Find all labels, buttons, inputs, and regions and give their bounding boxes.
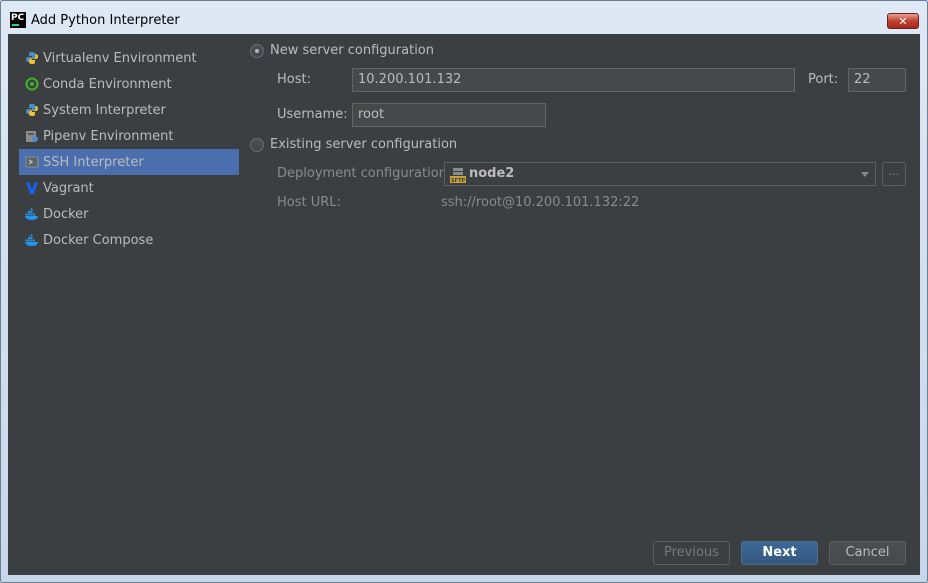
sidebar-item-vagrant[interactable]: Vagrant (19, 175, 239, 201)
vagrant-icon (26, 182, 38, 194)
sidebar-item-system-interpreter[interactable]: System Interpreter (19, 97, 239, 123)
sidebar-item-label: Docker Compose (43, 233, 154, 248)
chevron-down-icon (861, 172, 869, 177)
new-server-label: New server configuration (270, 43, 435, 58)
host-label: Host: (277, 72, 311, 87)
cancel-button[interactable]: Cancel (829, 541, 906, 565)
dialog-window: PC Add Python Interpreter ✕ Virtualenv E… (0, 0, 928, 583)
port-input[interactable]: 22 (848, 68, 906, 92)
deployment-config-label: Deployment configuration: (277, 166, 452, 181)
python-icon (26, 104, 38, 116)
sidebar-item-conda[interactable]: Conda Environment (19, 71, 239, 97)
dialog-content: Virtualenv Environment Conda Environment… (8, 34, 920, 575)
pipenv-icon (26, 131, 38, 142)
sftp-server-icon: SFTP (450, 168, 466, 183)
sidebar-item-label: Virtualenv Environment (43, 51, 197, 66)
docker-icon (25, 234, 38, 246)
sidebar-item-label: SSH Interpreter (43, 155, 144, 170)
next-button[interactable]: Next (741, 541, 818, 565)
radio-selected-dot (255, 49, 259, 53)
sidebar-item-label: System Interpreter (43, 103, 166, 118)
python-icon (26, 52, 38, 64)
deployment-config-value: node2 (469, 166, 515, 181)
ssh-terminal-icon (25, 156, 39, 168)
conda-icon (25, 77, 39, 91)
pycharm-app-icon: PC (10, 12, 26, 28)
sidebar-item-label: Vagrant (43, 181, 94, 196)
host-url-label: Host URL: (277, 195, 341, 210)
browse-deployment-button[interactable]: ... (882, 162, 906, 186)
sidebar-item-ssh-interpreter[interactable]: SSH Interpreter (19, 149, 239, 175)
close-icon: ✕ (898, 15, 908, 28)
host-input[interactable]: 10.200.101.132 (352, 68, 795, 92)
close-button[interactable]: ✕ (887, 13, 919, 29)
username-label: Username: (277, 107, 348, 122)
existing-server-radio[interactable] (250, 138, 264, 152)
port-label: Port: (808, 72, 839, 87)
sidebar-item-label: Conda Environment (43, 77, 172, 92)
interpreter-type-list: Virtualenv Environment Conda Environment… (19, 39, 240, 569)
sidebar-item-docker-compose[interactable]: Docker Compose (19, 227, 239, 253)
host-url-value: ssh://root@10.200.101.132:22 (441, 195, 640, 210)
sidebar-item-docker[interactable]: Docker (19, 201, 239, 227)
sidebar-item-pipenv[interactable]: Pipenv Environment (19, 123, 239, 149)
deployment-config-dropdown[interactable]: SFTP node2 (444, 162, 876, 186)
username-input[interactable]: root (352, 103, 546, 127)
title-bar[interactable]: PC Add Python Interpreter ✕ (1, 1, 927, 33)
sidebar-item-label: Pipenv Environment (43, 129, 174, 144)
svg-text:SFTP: SFTP (451, 178, 465, 183)
docker-icon (25, 208, 38, 220)
new-server-radio[interactable] (250, 44, 264, 58)
existing-server-label: Existing server configuration (270, 137, 458, 152)
dialog-title: Add Python Interpreter (31, 13, 180, 28)
previous-button[interactable]: Previous (653, 541, 730, 565)
sidebar-item-label: Docker (43, 207, 89, 222)
sidebar-item-virtualenv[interactable]: Virtualenv Environment (19, 45, 239, 71)
